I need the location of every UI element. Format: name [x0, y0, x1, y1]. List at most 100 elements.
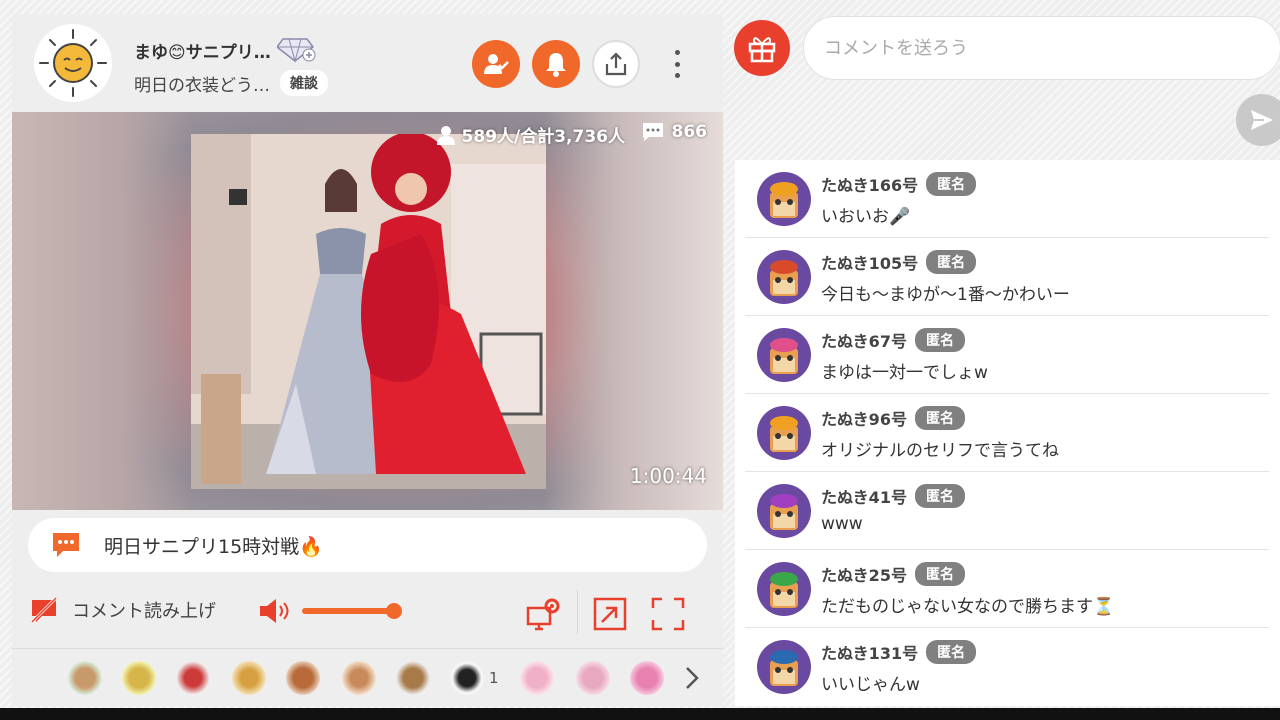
comment-author[interactable]: たぬき131号	[821, 640, 918, 664]
comment-input[interactable]	[803, 16, 1280, 80]
send-arrow-icon	[1251, 110, 1273, 130]
popout-icon	[593, 597, 627, 631]
comment-item: たぬき41号 匿名 www	[745, 472, 1269, 550]
comment-item: たぬき131号 匿名 いいじゃんw	[745, 628, 1269, 706]
comment-item: たぬき166号 匿名 いおいお🎤	[745, 160, 1269, 238]
broadcast-header: まゆ😊サニプリ… 明日の衣装どう… 雑談	[12, 14, 723, 112]
comment-author[interactable]: たぬき41号	[821, 484, 907, 508]
comment-count-text: 866	[671, 122, 708, 142]
gift-tanuki-gold-icon[interactable]	[122, 661, 156, 695]
gift-icon	[748, 37, 776, 63]
tanuki-avatar[interactable]	[757, 328, 811, 382]
volume-control[interactable]	[258, 598, 403, 624]
anonymous-badge: 匿名	[926, 250, 977, 274]
fullscreen-icon	[651, 597, 685, 631]
gift-tanuki-icon[interactable]	[68, 661, 102, 695]
popout-button[interactable]	[592, 596, 628, 632]
monitor-gear-icon	[526, 598, 560, 631]
comment-text: 今日も〜まゆが〜1番〜かわいー	[821, 285, 1070, 305]
gift-crown-icon[interactable]	[232, 661, 266, 695]
send-button[interactable]	[1236, 94, 1280, 146]
telop-text: 明日サニプリ15時対戦🔥	[104, 535, 323, 558]
diamond-icon[interactable]	[275, 33, 317, 67]
gift-pig-icon[interactable]	[576, 661, 610, 695]
telop-speech-icon	[53, 533, 79, 557]
video-blur-left	[12, 112, 192, 510]
person-icon	[436, 125, 455, 145]
share-button[interactable]	[592, 40, 640, 88]
comment-author[interactable]: たぬき96号	[821, 406, 907, 430]
telop-bar[interactable]: 明日サニプリ15時対戦🔥	[28, 518, 707, 572]
bottom-edge	[0, 708, 1280, 720]
gift-onigiri-icon[interactable]	[450, 661, 484, 695]
comment-text: ただものじゃない女なので勝ちます⏳	[821, 597, 1115, 617]
speaker-icon[interactable]	[258, 598, 292, 624]
comment-item: たぬき96号 匿名 オリジナルのセリフで言うてね	[745, 394, 1269, 472]
volume-slider[interactable]	[302, 603, 403, 619]
comment-bubble-icon	[642, 123, 663, 141]
comment-item: たぬき67号 匿名 まゆは一対一でしょw	[745, 316, 1269, 394]
comment-text: いいじゃんw	[821, 675, 920, 695]
notify-button[interactable]	[532, 40, 580, 88]
comment-text: まゆは一対一でしょw	[821, 363, 988, 383]
share-icon	[605, 52, 627, 76]
tanuki-avatar[interactable]	[757, 172, 811, 226]
tanuki-avatar[interactable]	[757, 562, 811, 616]
follow-button[interactable]	[472, 40, 520, 88]
sun-face-icon	[34, 24, 112, 102]
stream-image	[191, 134, 546, 489]
anonymous-badge: 匿名	[926, 640, 977, 664]
elapsed-time: 1:00:44	[629, 464, 707, 488]
speech-muted-icon	[30, 596, 58, 624]
anonymous-badge: 匿名	[926, 172, 977, 196]
anonymous-badge: 匿名	[914, 562, 965, 586]
viewer-count: 589人/合計3,736人	[436, 122, 625, 147]
tanuki-avatar[interactable]	[757, 250, 811, 304]
tanuki-avatar[interactable]	[757, 484, 811, 538]
broadcaster-avatar[interactable]	[34, 24, 112, 102]
bell-icon	[546, 53, 566, 77]
fullscreen-button[interactable]	[650, 596, 686, 632]
broadcast-title: 明日の衣装どう…	[134, 75, 270, 96]
comment-author[interactable]: たぬき67号	[821, 328, 907, 352]
gift-santa-icon[interactable]	[176, 661, 210, 695]
read-aloud-label: コメント読み上げ	[72, 601, 216, 622]
comment-item: たぬき105号 匿名 今日も〜まゆが〜1番〜かわいー	[745, 238, 1269, 316]
comment-author[interactable]: たぬき166号	[821, 172, 918, 196]
video-player[interactable]: 589人/合計3,736人 866 1:00:44	[12, 112, 723, 510]
comment-text: いおいお🎤	[821, 207, 911, 227]
gift-flower-icon[interactable]	[630, 661, 664, 695]
category-tag[interactable]: 雑談	[280, 70, 328, 96]
gift-horse-icon[interactable]	[286, 661, 320, 695]
anonymous-badge: 匿名	[914, 484, 965, 508]
comment-text: www	[821, 514, 863, 534]
user-check-icon	[484, 54, 509, 74]
video-blur-right	[543, 112, 723, 510]
broadcast-settings-button[interactable]	[526, 596, 562, 632]
broadcaster-name: まゆ😊サニプリ…	[134, 42, 271, 63]
gift-next-button[interactable]	[684, 665, 700, 695]
read-aloud-toggle[interactable]: コメント読み上げ	[30, 596, 216, 624]
comment-text: オリジナルのセリフで言うてね	[821, 441, 1059, 461]
gift-sakura-icon[interactable]	[520, 661, 554, 695]
volume-slider-knob[interactable]	[386, 603, 403, 619]
comment-list[interactable]: たぬき166号 匿名 いおいお🎤 たぬき105号 匿名 今日も〜まゆが〜1番〜かわい…	[735, 160, 1280, 706]
gift-deer-icon[interactable]	[342, 661, 376, 695]
controls-divider	[577, 590, 578, 634]
gift-owned-count: 1	[489, 669, 499, 687]
anonymous-badge: 匿名	[914, 406, 965, 430]
gift-button[interactable]	[734, 20, 790, 76]
player-controls: コメント読み上げ	[12, 584, 723, 640]
anonymous-badge: 匿名	[914, 328, 965, 352]
chevron-right-icon	[686, 667, 699, 689]
gift-box-icon[interactable]	[396, 661, 430, 695]
comment-author[interactable]: たぬき105号	[821, 250, 918, 274]
comment-item: たぬき25号 匿名 ただものじゃない女なので勝ちます⏳	[745, 550, 1269, 628]
viewer-count-text: 589人/合計3,736人	[461, 127, 625, 147]
tanuki-avatar[interactable]	[757, 406, 811, 460]
comment-count: 866	[642, 122, 708, 142]
more-menu-icon[interactable]	[672, 50, 682, 78]
comment-author[interactable]: たぬき25号	[821, 562, 907, 586]
tanuki-avatar[interactable]	[757, 640, 811, 694]
gift-bar: 1	[12, 648, 723, 706]
